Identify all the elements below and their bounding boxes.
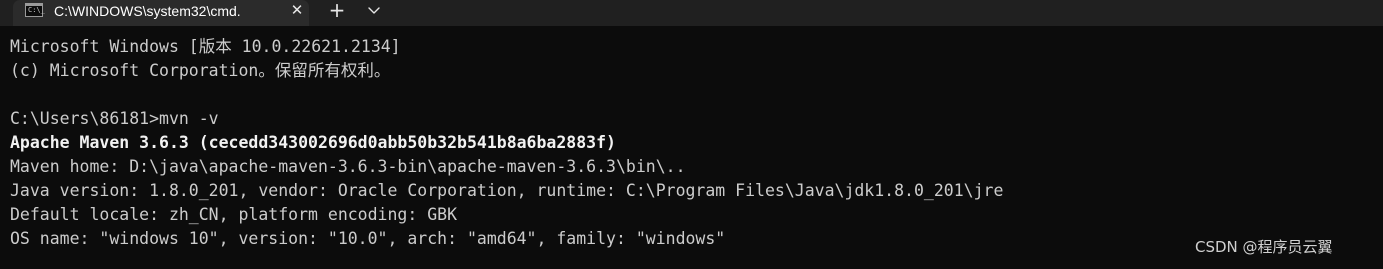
terminal-line-command[interactable]: C:\Users\86181>mvn -v xyxy=(10,107,219,131)
terminal-line-version: Microsoft Windows [版本 10.0.22621.2134] xyxy=(10,37,401,56)
terminal-line-locale: Default locale: zh_CN, platform encoding… xyxy=(10,205,458,224)
tab-cmd[interactable]: C:\_ C:\WINDOWS\system32\cmd. ✕ xyxy=(13,0,309,26)
new-tab-button[interactable]: + xyxy=(326,0,348,20)
close-tab-button[interactable]: ✕ xyxy=(289,2,305,18)
chevron-down-icon xyxy=(368,7,380,14)
terminal-line-java-version: Java version: 1.8.0_201, vendor: Oracle … xyxy=(10,181,1004,200)
cmd-icon: C:\_ xyxy=(25,3,45,17)
terminal-line-maven-home: Maven home: D:\java\apache-maven-3.6.3-b… xyxy=(10,157,686,176)
terminal-window: C:\_ C:\WINDOWS\system32\cmd. ✕ + Micros… xyxy=(0,0,1383,269)
terminal-output[interactable]: Microsoft Windows [版本 10.0.22621.2134] (… xyxy=(0,26,1383,269)
terminal-line-os-name: OS name: "windows 10", version: "10.0", … xyxy=(10,229,726,248)
terminal-line-copyright: (c) Microsoft Corporation。保留所有权利。 xyxy=(10,61,391,80)
tab-bar: C:\_ C:\WINDOWS\system32\cmd. ✕ + xyxy=(0,0,1383,26)
terminal-line-maven-version: Apache Maven 3.6.3 (cecedd343002696d0abb… xyxy=(10,133,616,152)
tab-title: C:\WINDOWS\system32\cmd. xyxy=(54,3,241,19)
tab-dropdown-button[interactable] xyxy=(363,1,385,19)
